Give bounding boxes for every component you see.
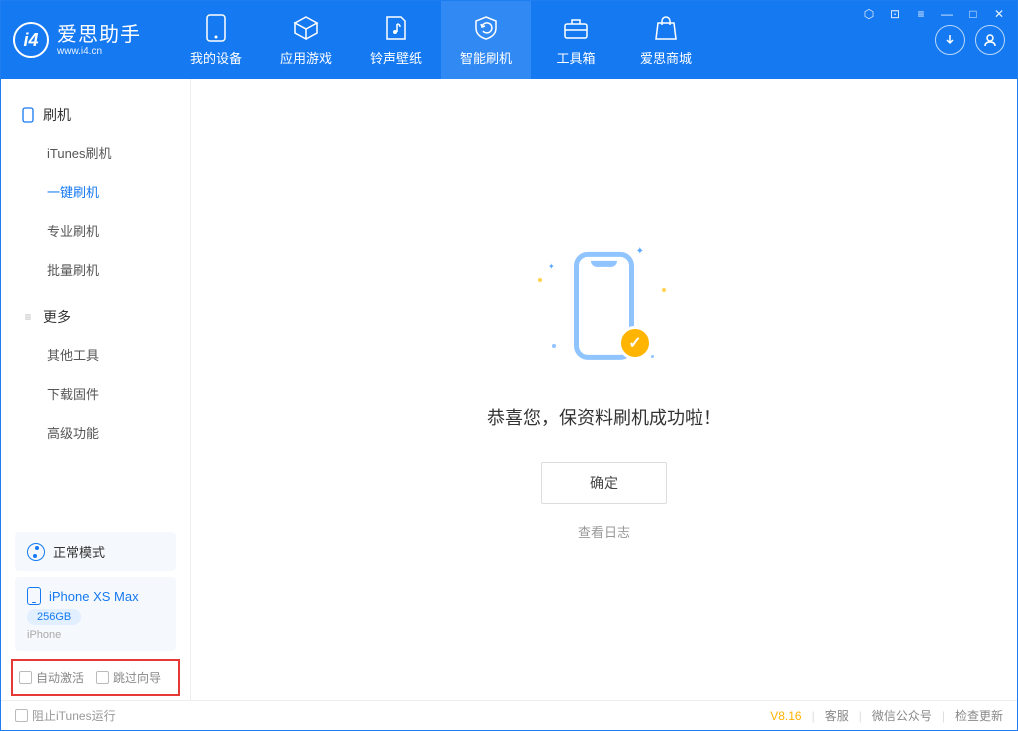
sidebar-item-itunes-flash[interactable]: iTunes刷机 <box>1 133 190 172</box>
win-lock-icon[interactable]: ⊡ <box>887 7 903 21</box>
nav-ringtone-wallpaper[interactable]: 铃声壁纸 <box>351 1 441 79</box>
app-logo: i4 爱思助手 www.i4.cn <box>13 22 141 58</box>
highlighted-options: 自动激活 跳过向导 <box>11 659 180 696</box>
storage-badge: 256GB <box>27 609 81 625</box>
group-title: 刷机 <box>43 105 71 125</box>
device-mode-box[interactable]: 正常模式 <box>15 532 176 571</box>
device-info-box[interactable]: iPhone XS Max 256GB iPhone <box>15 577 176 651</box>
nav-label: 工具箱 <box>556 48 595 67</box>
nav-smart-flash[interactable]: 智能刷机 <box>441 1 531 79</box>
checkbox-icon <box>15 709 28 722</box>
footer: 阻止iTunes运行 V8.16 | 客服 | 微信公众号 | 检查更新 <box>1 700 1017 730</box>
dot-icon <box>651 355 654 358</box>
sparkle-icon: ✦ <box>636 246 644 257</box>
sidebar-item-pro-flash[interactable]: 专业刷机 <box>1 211 190 250</box>
checkmark-badge-icon: ✓ <box>618 326 652 360</box>
sidebar-item-other-tools[interactable]: 其他工具 <box>1 335 190 374</box>
nav-toolbox[interactable]: 工具箱 <box>531 1 621 79</box>
mode-icon <box>27 543 45 561</box>
sidebar: 刷机 iTunes刷机 一键刷机 专业刷机 批量刷机 ≡ 更多 其他工具 下载固… <box>1 79 191 700</box>
sidebar-item-batch-flash[interactable]: 批量刷机 <box>1 250 190 289</box>
nav-apps-games[interactable]: 应用游戏 <box>261 1 351 79</box>
skip-guide-checkbox[interactable]: 跳过向导 <box>96 669 161 686</box>
ok-button[interactable]: 确定 <box>541 462 667 504</box>
nav-label: 智能刷机 <box>460 48 512 67</box>
menu-icon: ≡ <box>21 310 35 324</box>
device-icon <box>202 14 230 42</box>
checkbox-label: 自动激活 <box>36 669 84 686</box>
phone-icon <box>27 587 41 605</box>
view-log-link[interactable]: 查看日志 <box>578 522 630 541</box>
nav-label: 铃声壁纸 <box>370 48 422 67</box>
sidebar-item-oneclick-flash[interactable]: 一键刷机 <box>1 172 190 211</box>
separator: | <box>812 709 815 723</box>
account-button[interactable] <box>975 25 1005 55</box>
group-title: 更多 <box>43 307 71 327</box>
app-url: www.i4.cn <box>57 46 141 57</box>
logo-icon: i4 <box>13 22 49 58</box>
minimize-button[interactable]: — <box>939 7 955 21</box>
bag-icon <box>652 14 680 42</box>
sidebar-item-download-firmware[interactable]: 下载固件 <box>1 374 190 413</box>
sidebar-group-more: ≡ 更多 <box>1 299 190 335</box>
window-controls: ⬡ ⊡ ≡ — □ ✕ <box>861 7 1007 21</box>
close-button[interactable]: ✕ <box>991 7 1007 21</box>
nav-label: 应用游戏 <box>280 48 332 67</box>
checkbox-icon <box>19 671 32 684</box>
cube-icon <box>292 14 320 42</box>
refresh-shield-icon <box>472 14 500 42</box>
main-content: ✦ ✦ ✓ 恭喜您，保资料刷机成功啦！ 确定 查看日志 <box>191 79 1017 700</box>
nav-my-device[interactable]: 我的设备 <box>171 1 261 79</box>
header-actions <box>935 25 1005 55</box>
nav-store[interactable]: 爱思商城 <box>621 1 711 79</box>
main-nav: 我的设备 应用游戏 铃声壁纸 智能刷机 工具箱 <box>171 1 711 79</box>
dot-icon <box>538 278 542 282</box>
music-file-icon <box>382 14 410 42</box>
wechat-link[interactable]: 微信公众号 <box>872 707 932 724</box>
separator: | <box>859 709 862 723</box>
nav-label: 爱思商城 <box>640 48 692 67</box>
checkbox-label: 跳过向导 <box>113 669 161 686</box>
dot-icon <box>662 288 666 292</box>
win-shirt-icon[interactable]: ⬡ <box>861 7 877 21</box>
sidebar-item-advanced[interactable]: 高级功能 <box>1 413 190 452</box>
device-type: iPhone <box>27 629 164 641</box>
mode-label: 正常模式 <box>53 542 105 561</box>
version-label: V8.16 <box>770 709 801 723</box>
block-itunes-checkbox[interactable]: 阻止iTunes运行 <box>15 707 116 724</box>
sidebar-group-flash: 刷机 <box>1 97 190 133</box>
phone-icon <box>21 108 35 122</box>
customer-service-link[interactable]: 客服 <box>825 707 849 724</box>
toolbox-icon <box>562 14 590 42</box>
maximize-button[interactable]: □ <box>965 7 981 21</box>
checkbox-icon <box>96 671 109 684</box>
app-name: 爱思助手 <box>57 24 141 46</box>
separator: | <box>942 709 945 723</box>
success-illustration: ✦ ✦ ✓ <box>534 238 674 378</box>
success-message: 恭喜您，保资料刷机成功啦！ <box>487 404 721 430</box>
dot-icon <box>552 344 556 348</box>
sparkle-icon: ✦ <box>548 262 555 271</box>
device-name: iPhone XS Max <box>49 589 139 604</box>
checkbox-label: 阻止iTunes运行 <box>32 707 116 724</box>
check-update-link[interactable]: 检查更新 <box>955 707 1003 724</box>
download-button[interactable] <box>935 25 965 55</box>
auto-activate-checkbox[interactable]: 自动激活 <box>19 669 84 686</box>
nav-label: 我的设备 <box>190 48 242 67</box>
win-menu-icon[interactable]: ≡ <box>913 7 929 21</box>
